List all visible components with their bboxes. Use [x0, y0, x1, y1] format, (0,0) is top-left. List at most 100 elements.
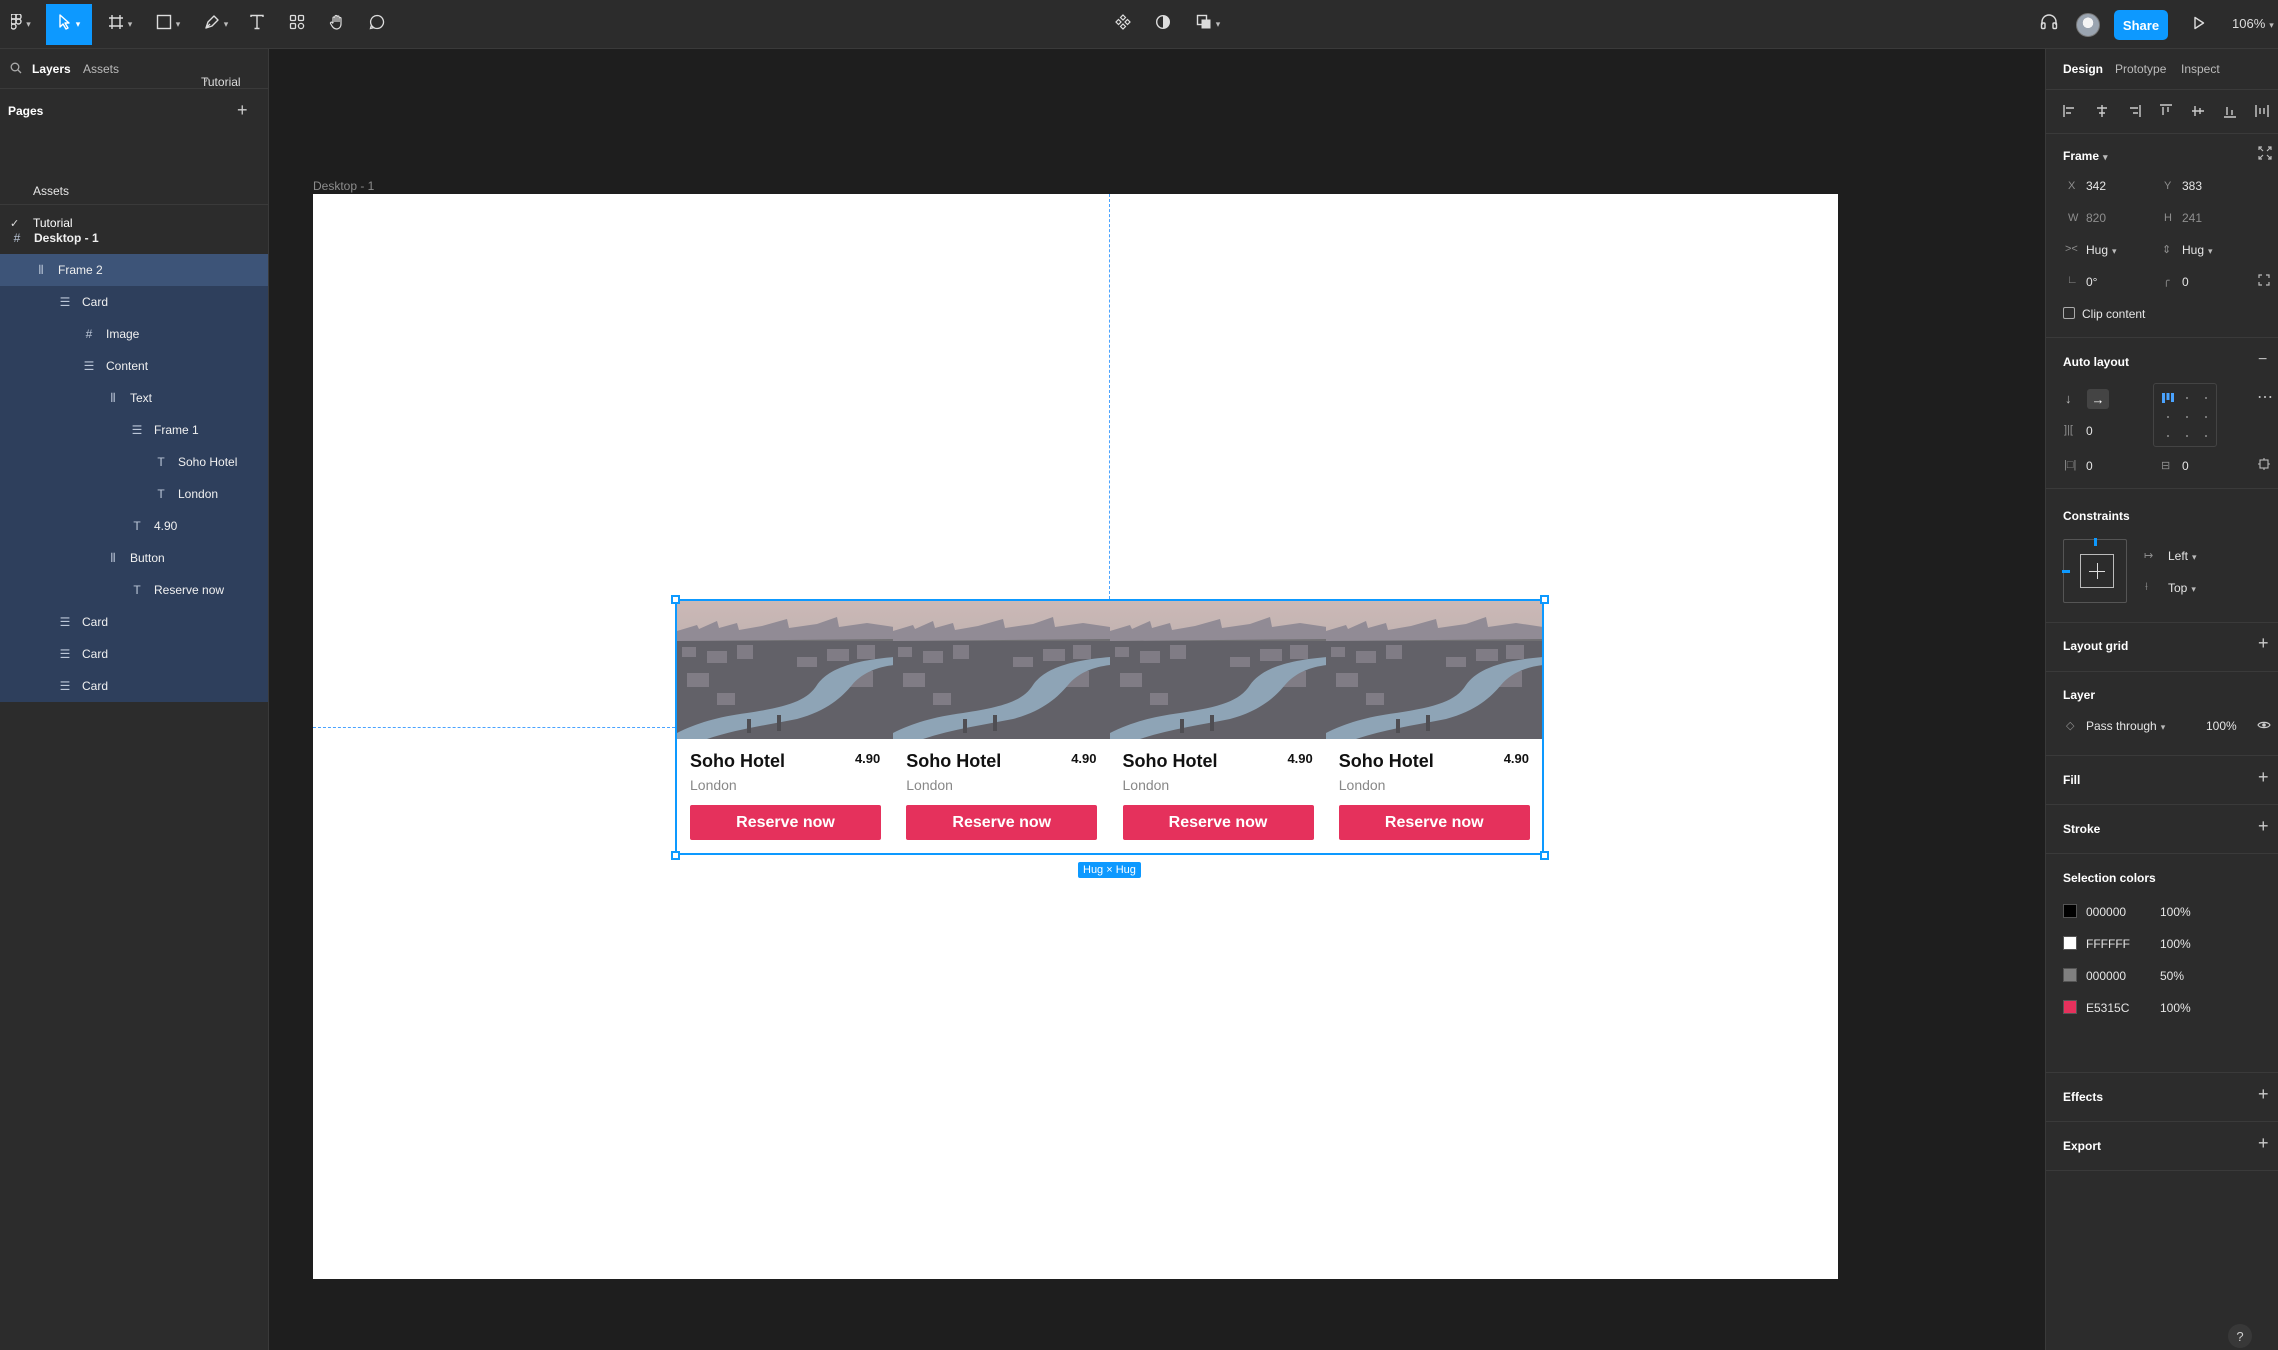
layer-opacity-input[interactable]: 100% [2206, 719, 2237, 733]
layer-row[interactable]: T Soho Hotel [0, 446, 268, 478]
color-swatch[interactable] [2063, 1000, 2077, 1014]
add-layout-grid-icon[interactable]: + [2258, 634, 2269, 652]
resize-handle-bottom-right[interactable] [1540, 851, 1549, 860]
color-opacity[interactable]: 50% [2160, 969, 2184, 983]
color-hex[interactable]: E5315C [2086, 1001, 2129, 1015]
horizontal-padding-input[interactable]: 0 [2086, 459, 2093, 473]
blend-mode-dropdown[interactable]: Pass through ▾ [2086, 719, 2165, 733]
text-tool-button[interactable] [244, 4, 270, 45]
color-hex[interactable]: 000000 [2086, 969, 2126, 983]
component-button[interactable] [1110, 4, 1136, 45]
alignment-active-icon[interactable] [2162, 392, 2174, 403]
layer-row[interactable]: ⫴ Frame 2 [0, 254, 268, 286]
tab-prototype[interactable]: Prototype [2115, 62, 2166, 76]
constraint-left-indicator[interactable] [2062, 570, 2070, 573]
resize-handle-top-right[interactable] [1540, 595, 1549, 604]
align-bottom-icon[interactable] [2223, 104, 2237, 121]
layer-row[interactable]: ⫴ Text [0, 382, 268, 414]
independent-corners-icon[interactable] [2258, 274, 2270, 289]
comment-tool-button[interactable] [364, 4, 390, 45]
horizontal-constraint-dropdown[interactable]: Left ▾ [2168, 549, 2197, 563]
layer-row[interactable]: ☰ Frame 1 [0, 414, 268, 446]
tab-inspect[interactable]: Inspect [2181, 62, 2220, 76]
constraints-widget[interactable] [2062, 538, 2127, 603]
align-top-icon[interactable] [2159, 104, 2173, 121]
add-page-icon[interactable]: + [237, 101, 248, 119]
alignment-grid[interactable] [2153, 383, 2217, 447]
layer-row[interactable]: ☰ Card [0, 670, 268, 702]
alignment-dot[interactable] [2186, 416, 2188, 418]
color-swatch[interactable] [2063, 968, 2077, 982]
align-right-icon[interactable] [2127, 104, 2141, 121]
mask-button[interactable] [1150, 4, 1176, 45]
vertical-padding-input[interactable]: 0 [2182, 459, 2189, 473]
search-layers-icon[interactable] [10, 62, 22, 77]
alignment-dot[interactable] [2186, 435, 2188, 437]
layer-row[interactable]: ☰ Content [0, 350, 268, 382]
resize-handle-top-left[interactable] [671, 595, 680, 604]
color-hex[interactable]: FFFFFF [2086, 937, 2130, 951]
remove-auto-layout-icon[interactable]: − [2258, 351, 2267, 369]
tab-design[interactable]: Design [2063, 62, 2103, 76]
constraint-top-indicator[interactable] [2094, 538, 2097, 546]
resize-to-fit-icon[interactable] [2258, 146, 2272, 163]
canvas[interactable]: Desktop - 1 Soho Hotel London 4.90 Reser… [269, 49, 2045, 1350]
color-opacity[interactable]: 100% [2160, 1001, 2191, 1015]
present-button[interactable] [2186, 4, 2212, 45]
layer-row[interactable]: # Desktop - 1 [0, 222, 268, 254]
audio-call-button[interactable] [2036, 4, 2062, 45]
layer-row[interactable]: ☰ Card [0, 638, 268, 670]
hug-height-dropdown[interactable]: Hug ▾ [2182, 243, 2213, 257]
tab-assets[interactable]: Assets [83, 62, 119, 76]
frame-section-heading[interactable]: Frame ▾ [2063, 149, 2108, 163]
frame-tool-button[interactable]: ▾ [102, 4, 138, 45]
individual-padding-icon[interactable] [2258, 458, 2270, 473]
shape-tool-button[interactable]: ▾ [150, 4, 186, 45]
hug-width-dropdown[interactable]: Hug ▾ [2086, 243, 2117, 257]
layer-row[interactable]: T Reserve now [0, 574, 268, 606]
visibility-eye-icon[interactable] [2257, 718, 2271, 733]
layer-row[interactable]: ⫴ Button [0, 542, 268, 574]
add-effect-icon[interactable]: + [2258, 1085, 2269, 1103]
add-fill-icon[interactable]: + [2258, 768, 2269, 786]
color-hex[interactable]: 000000 [2086, 905, 2126, 919]
hand-tool-button[interactable] [324, 4, 350, 45]
add-stroke-icon[interactable]: + [2258, 817, 2269, 835]
page-item[interactable]: Assets [0, 175, 268, 207]
spacing-input[interactable]: 0 [2086, 424, 2093, 438]
resources-tool-button[interactable] [284, 4, 310, 45]
y-input[interactable]: 383 [2182, 179, 2202, 193]
h-input[interactable]: 241 [2182, 211, 2202, 225]
layer-row[interactable]: T 4.90 [0, 510, 268, 542]
alignment-dot[interactable] [2205, 416, 2207, 418]
layer-row[interactable]: T London [0, 478, 268, 510]
alignment-dot[interactable] [2205, 435, 2207, 437]
direction-vertical-icon[interactable]: ↓ [2065, 391, 2072, 406]
color-opacity[interactable]: 100% [2160, 905, 2191, 919]
pen-tool-button[interactable]: ▾ [198, 4, 234, 45]
resize-handle-bottom-left[interactable] [671, 851, 680, 860]
rotation-input[interactable]: 0° [2086, 275, 2097, 289]
direction-horizontal-icon[interactable]: → [2087, 389, 2109, 409]
align-vertical-center-icon[interactable] [2191, 104, 2205, 121]
alignment-dot[interactable] [2167, 435, 2169, 437]
more-options-icon[interactable]: ⋯ [2257, 387, 2273, 407]
clip-content-checkbox[interactable] [2063, 307, 2075, 319]
alignment-dot[interactable] [2167, 416, 2169, 418]
x-input[interactable]: 342 [2086, 179, 2106, 193]
corner-radius-input[interactable]: 0 [2182, 275, 2189, 289]
layer-row[interactable]: ☰ Card [0, 606, 268, 638]
color-swatch[interactable] [2063, 936, 2077, 950]
alignment-dot[interactable] [2205, 397, 2207, 399]
align-horizontal-center-icon[interactable] [2095, 104, 2109, 121]
vertical-constraint-dropdown[interactable]: Top ▾ [2168, 581, 2196, 595]
move-tool-button[interactable]: ▾ [46, 4, 92, 45]
layer-row[interactable]: # Image [0, 318, 268, 350]
frame-label[interactable]: Desktop - 1 [313, 179, 374, 193]
align-left-icon[interactable] [2063, 104, 2077, 121]
tab-layers[interactable]: Layers [32, 62, 71, 76]
w-input[interactable]: 820 [2086, 211, 2106, 225]
boolean-operation-button[interactable]: ▾ [1190, 4, 1226, 45]
avatar[interactable] [2076, 13, 2100, 37]
alignment-dot[interactable] [2186, 397, 2188, 399]
